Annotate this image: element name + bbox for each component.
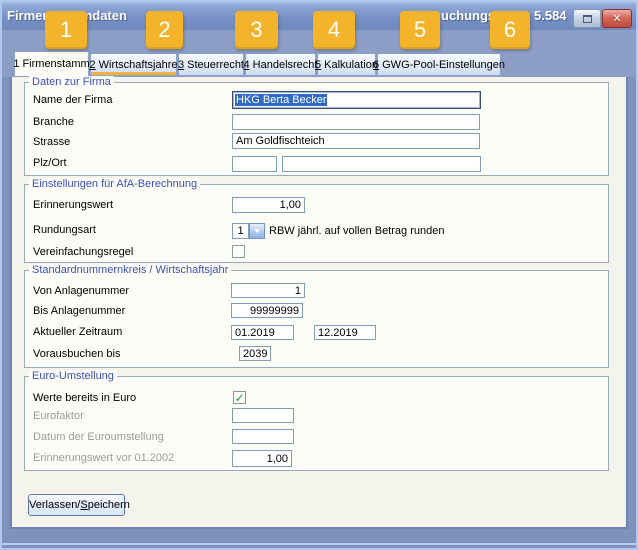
group-euro-umstellung: Euro-Umstellung Werte bereits in Euro ✓ … (24, 376, 609, 471)
tab-steuerrecht[interactable]: 3 Steuerrecht (178, 53, 244, 76)
tab-firmenstamm[interactable]: 1 Firmenstamm (14, 51, 89, 76)
group-afa-berechnung: Einstellungen für AfA-Berechnung Erinner… (24, 184, 609, 263)
branche-input[interactable] (232, 114, 480, 130)
eurofaktor-input[interactable] (232, 408, 294, 423)
close-icon: ✕ (612, 12, 621, 25)
callout-step-5: 5 (400, 11, 440, 49)
erinnerungswert-vor-2002-input[interactable] (232, 450, 292, 467)
restore-icon (583, 15, 592, 23)
tab-gwg-pool-einstellungen[interactable]: 6 GWG-Pool-Einstellungen (377, 53, 501, 76)
vereinfachungsregel-label: Vereinfachungsregel (33, 246, 133, 259)
bis-anlagenummer-input[interactable] (231, 303, 303, 318)
vereinfachungsregel-checkbox[interactable] (232, 245, 245, 258)
group-legend: Standardnummernkreis / Wirtschaftsjahr (29, 264, 231, 276)
callout-step-6: 6 (490, 11, 530, 49)
strasse-label: Strasse (33, 136, 70, 149)
zeitraum-von-input[interactable] (231, 325, 294, 340)
rundungsart-dropdown-button[interactable] (249, 223, 265, 239)
callout-step-3: 3 (235, 11, 278, 49)
group-legend: Einstellungen für AfA-Berechnung (29, 178, 200, 190)
vorausbuchen-bis-label: Vorausbuchen bis (33, 348, 120, 361)
window-frame-highlight (2, 543, 636, 545)
group-standardnummernkreis: Standardnummernkreis / Wirtschaftsjahr V… (24, 270, 609, 368)
vorausbuchen-bis-input[interactable] (239, 346, 271, 361)
selected-text: HKG Berta Becker (235, 94, 327, 106)
group-legend: Daten zur Firma (29, 76, 114, 88)
name-der-firma-label: Name der Firma (33, 94, 112, 107)
aktueller-zeitraum-label: Aktueller Zeitraum (33, 326, 122, 339)
erinnerungswert-label: Erinnerungswert (33, 199, 113, 212)
close-button[interactable]: ✕ (602, 9, 632, 28)
ort-input[interactable] (282, 156, 481, 172)
rundungsart-label: Rundungsart (33, 224, 96, 237)
chevron-down-icon (254, 229, 260, 233)
datum-euroumstellung-label: Datum der Euroumstellung (33, 431, 164, 444)
restore-window-button[interactable] (573, 9, 601, 28)
tab-page-firmenstamm: Daten zur Firma Name der Firma HKG Berta… (10, 77, 628, 529)
firmenstammdaten-window: Firmenstammdaten uchungs 5.584 ✕ 1 Firme… (0, 0, 638, 550)
window-version: 5.584 (534, 8, 567, 23)
branche-label: Branche (33, 116, 74, 129)
eurofaktor-label: Eurofaktor (33, 410, 84, 423)
group-daten-zur-firma: Daten zur Firma Name der Firma HKG Berta… (24, 82, 609, 176)
rundungsart-description: RBW jährl. auf vollen Betrag runden (269, 225, 444, 238)
von-anlagenummer-label: Von Anlagenummer (33, 285, 129, 298)
bis-anlagenummer-label: Bis Anlagenummer (33, 305, 125, 318)
window-title-fragment: uchungs (441, 8, 495, 23)
erinnerungswert-vor-2002-label: Erinnerungswert vor 01.2002 (33, 452, 174, 465)
plz-ort-label: Plz/Ort (33, 157, 67, 170)
callout-step-1: 1 (45, 11, 87, 49)
strasse-input[interactable] (232, 133, 480, 149)
datum-euroumstellung-input[interactable] (232, 429, 294, 444)
callout-step-2: 2 (146, 11, 183, 49)
von-anlagenummer-input[interactable] (231, 283, 305, 298)
rundungsart-value-field[interactable]: 1 (232, 223, 249, 239)
tab-handelsrecht[interactable]: 4 Handelsrecht (245, 53, 316, 76)
zeitraum-bis-input[interactable] (314, 325, 376, 340)
werte-bereits-in-euro-label: Werte bereits in Euro (33, 392, 136, 405)
callout-step-4: 4 (313, 11, 355, 49)
erinnerungswert-input[interactable] (232, 197, 305, 213)
werte-bereits-in-euro-checkbox[interactable]: ✓ (233, 391, 246, 404)
tab-kalkulation[interactable]: 5 Kalkulation (317, 53, 376, 76)
name-der-firma-input[interactable]: HKG Berta Becker (232, 91, 481, 109)
verlassen-speichern-button[interactable]: Verlassen/Speichern (28, 494, 125, 516)
group-legend: Euro-Umstellung (29, 370, 117, 382)
check-icon: ✓ (234, 393, 244, 403)
plz-input[interactable] (232, 156, 277, 172)
tab-wirtschaftsjahre[interactable]: 2 Wirtschaftsjahre (90, 53, 177, 76)
